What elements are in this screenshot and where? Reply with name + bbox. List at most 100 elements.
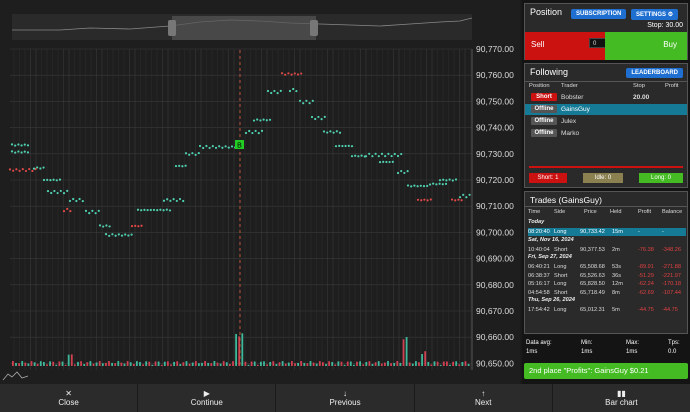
trade-price: 90,733.42 xyxy=(580,229,605,235)
leaderboard-button[interactable]: LEADERBOARD xyxy=(626,68,683,78)
trade-date-group: Today xyxy=(528,219,545,225)
price-tick-dot xyxy=(152,208,156,212)
price-tick-dot xyxy=(108,234,111,237)
max-value: 1ms xyxy=(626,349,638,355)
following-row[interactable]: Short Bobster 20.00 xyxy=(529,93,683,103)
volume-bar xyxy=(421,354,423,366)
price-tick-dot xyxy=(20,151,23,154)
price-tick-dot xyxy=(295,89,298,93)
volume-bar xyxy=(98,361,101,366)
trade-row[interactable]: 06:38:37 Short 65,526.63 36s -51.29 -221.97 xyxy=(528,272,686,280)
price-tick-dot xyxy=(23,143,26,146)
trade-side: Short xyxy=(554,246,568,253)
price-tick-dot xyxy=(20,144,23,147)
price-tick-dot xyxy=(88,212,91,215)
y-tick-label: 90,750.00 xyxy=(476,96,514,106)
price-tick-dot xyxy=(441,183,444,186)
trade-row[interactable]: 08:20:40 Long 90,733.42 15m - - xyxy=(528,228,686,236)
price-tick-dot xyxy=(296,73,300,76)
trade-side: Short xyxy=(554,289,568,296)
following-row[interactable]: Offline Marko xyxy=(529,129,683,139)
price-tick-dot xyxy=(454,178,458,181)
trade-row[interactable]: 06:40:21 Long 65,508.68 53s -89.91 -271.88 xyxy=(528,263,686,271)
price-tick-dot xyxy=(260,129,264,132)
volume-bar xyxy=(191,362,194,366)
volume-bar xyxy=(415,361,417,366)
trade-row[interactable]: 10:40:04 Short 90,377.53 2m -76.38 -348.26 xyxy=(528,246,686,254)
price-chart[interactable]: B 90,770.00 90,760.00 90,750.00 90,740.00 90… xyxy=(0,0,520,384)
trader-name: Bobster xyxy=(561,94,584,101)
trade-profit: - xyxy=(638,229,640,235)
volume-bar xyxy=(287,362,290,366)
volume-bar xyxy=(396,361,399,366)
price-tick-dot xyxy=(468,193,471,196)
price-tick-dot xyxy=(450,198,454,201)
trade-side: Long xyxy=(554,264,567,270)
y-tick-label: 90,710.00 xyxy=(476,201,514,211)
volume-bar xyxy=(331,361,334,366)
price-tick-dot xyxy=(194,153,197,156)
trade-balance: -348.26 xyxy=(662,246,681,253)
overview-handle-right[interactable] xyxy=(310,20,318,36)
subscription-button[interactable]: SUBSCRIPTION xyxy=(571,9,627,19)
volume-bar xyxy=(123,363,126,366)
price-tick-dot xyxy=(256,118,259,121)
price-tick-dot xyxy=(465,196,468,199)
price-tick-dot xyxy=(39,167,42,170)
bar-chart-button[interactable]: ▮▮ Bar chart xyxy=(553,384,690,412)
volume-bar xyxy=(439,364,442,366)
y-tick-label: 90,700.00 xyxy=(476,227,514,237)
settings-button[interactable]: SETTINGS ⚙ xyxy=(631,9,679,20)
leaderboard-banner[interactable]: 2nd place "Profits": GainsGuy $0.21 xyxy=(524,363,688,379)
price-tick-dot xyxy=(360,154,363,157)
price-tick-dot xyxy=(140,209,143,212)
following-row-selected[interactable]: Offline GainsGuy xyxy=(525,104,687,115)
price-tick-dot xyxy=(248,129,251,133)
price-tick-dot xyxy=(380,152,384,155)
price-tick-dot xyxy=(162,209,165,212)
trade-row[interactable]: 04:54:58 Short 65,718.49 8m -62.69 -107.44 xyxy=(528,289,686,297)
following-row[interactable]: Offline Julex xyxy=(529,117,683,127)
volume-bar xyxy=(250,361,253,366)
price-tick-dot xyxy=(140,224,143,227)
short-ratio-bar xyxy=(529,166,683,168)
close-button[interactable]: ✕ Close xyxy=(0,384,139,412)
price-tick-dot xyxy=(320,117,323,121)
price-tick-dot xyxy=(385,160,388,164)
buy-button[interactable]: Buy xyxy=(605,32,687,60)
bottom-toolbar: ✕ Close ▶ Continue ↓ Previous ↑ Next ▮▮ Bar c… xyxy=(0,384,690,412)
continue-button[interactable]: ▶ Continue xyxy=(138,384,277,412)
trade-time: 17:54:42 xyxy=(528,307,550,313)
price-tick-dot xyxy=(420,199,423,202)
price-tick-dot xyxy=(198,144,202,148)
volume-bar xyxy=(27,363,30,366)
price-tick-dot xyxy=(335,130,338,133)
trade-price: 65,012.31 xyxy=(580,307,605,313)
price-tick-dot xyxy=(308,102,311,105)
volume-bar xyxy=(70,354,73,366)
price-tick-dot xyxy=(329,130,332,133)
following-box: Following LEADERBOARD Position Trader St… xyxy=(524,63,688,188)
price-tick-dot xyxy=(188,153,191,156)
price-tick-dot xyxy=(59,189,62,193)
price-tick-dot xyxy=(42,178,46,182)
trade-row[interactable]: 05:16:17 Long 65,828.50 12m -62.24 -170.18 xyxy=(528,280,686,288)
price-tick-dot xyxy=(230,145,234,148)
overview-window[interactable] xyxy=(172,16,316,40)
previous-button[interactable]: ↓ Previous xyxy=(276,384,415,412)
price-tick-dot xyxy=(168,209,172,212)
price-tick-dot xyxy=(391,160,394,163)
price-tick-dot xyxy=(302,102,305,105)
trade-row[interactable]: 17:54:42 Long 65,012.31 5m -44.75 -44.75 xyxy=(528,306,686,314)
volume-bar xyxy=(275,363,278,366)
next-button[interactable]: ↑ Next xyxy=(415,384,553,412)
overview-handle-left[interactable] xyxy=(168,20,176,36)
volume-bar xyxy=(449,364,451,366)
price-tick-dot xyxy=(293,72,296,75)
volume-bar xyxy=(365,361,368,366)
volume-bar xyxy=(387,361,389,366)
volume-bar xyxy=(207,362,210,366)
sell-button[interactable]: Sell 0 xyxy=(525,32,629,60)
price-tick-dot xyxy=(388,160,391,164)
chart-canvas[interactable]: B 90,770.00 90,760.00 90,750.00 90,740.00 90… xyxy=(0,0,520,384)
